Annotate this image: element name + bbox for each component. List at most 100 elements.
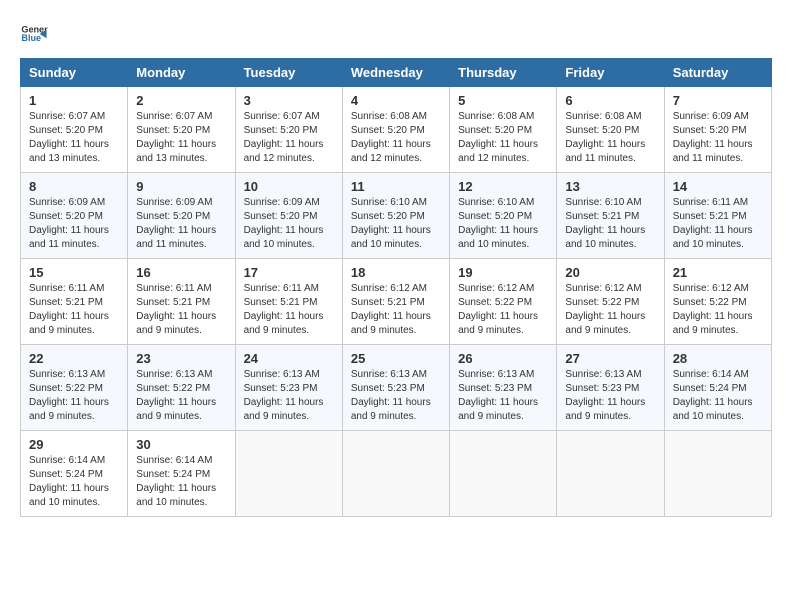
day-info: Sunrise: 6:14 AM Sunset: 5:24 PM Dayligh… [136,454,226,510]
day-number: 30 [136,437,226,452]
page-header: General Blue [20,20,772,48]
day-number: 27 [565,351,655,366]
day-info: Sunrise: 6:10 AM Sunset: 5:20 PM Dayligh… [458,196,548,252]
calendar-cell: 11 Sunrise: 6:10 AM Sunset: 5:20 PM Dayl… [342,173,449,259]
calendar-week-row: 1 Sunrise: 6:07 AM Sunset: 5:20 PM Dayli… [21,87,772,173]
day-info: Sunrise: 6:07 AM Sunset: 5:20 PM Dayligh… [136,110,226,166]
day-number: 7 [673,93,763,108]
calendar-week-row: 15 Sunrise: 6:11 AM Sunset: 5:21 PM Dayl… [21,259,772,345]
day-number: 4 [351,93,441,108]
calendar-cell: 6 Sunrise: 6:08 AM Sunset: 5:20 PM Dayli… [557,87,664,173]
calendar-cell: 22 Sunrise: 6:13 AM Sunset: 5:22 PM Dayl… [21,345,128,431]
day-info: Sunrise: 6:14 AM Sunset: 5:24 PM Dayligh… [673,368,763,424]
day-number: 18 [351,265,441,280]
day-info: Sunrise: 6:11 AM Sunset: 5:21 PM Dayligh… [673,196,763,252]
day-number: 6 [565,93,655,108]
day-info: Sunrise: 6:13 AM Sunset: 5:23 PM Dayligh… [351,368,441,424]
calendar-cell: 4 Sunrise: 6:08 AM Sunset: 5:20 PM Dayli… [342,87,449,173]
calendar-body: 1 Sunrise: 6:07 AM Sunset: 5:20 PM Dayli… [21,87,772,517]
day-info: Sunrise: 6:08 AM Sunset: 5:20 PM Dayligh… [565,110,655,166]
day-info: Sunrise: 6:07 AM Sunset: 5:20 PM Dayligh… [244,110,334,166]
calendar-cell: 23 Sunrise: 6:13 AM Sunset: 5:22 PM Dayl… [128,345,235,431]
calendar-week-row: 8 Sunrise: 6:09 AM Sunset: 5:20 PM Dayli… [21,173,772,259]
calendar-cell: 1 Sunrise: 6:07 AM Sunset: 5:20 PM Dayli… [21,87,128,173]
calendar-cell: 21 Sunrise: 6:12 AM Sunset: 5:22 PM Dayl… [664,259,771,345]
calendar-cell: 15 Sunrise: 6:11 AM Sunset: 5:21 PM Dayl… [21,259,128,345]
day-info: Sunrise: 6:12 AM Sunset: 5:22 PM Dayligh… [458,282,548,338]
day-info: Sunrise: 6:09 AM Sunset: 5:20 PM Dayligh… [29,196,119,252]
calendar-header-row: SundayMondayTuesdayWednesdayThursdayFrid… [21,59,772,87]
day-number: 22 [29,351,119,366]
day-info: Sunrise: 6:09 AM Sunset: 5:20 PM Dayligh… [673,110,763,166]
day-number: 19 [458,265,548,280]
calendar-cell: 29 Sunrise: 6:14 AM Sunset: 5:24 PM Dayl… [21,431,128,517]
calendar-cell [664,431,771,517]
day-info: Sunrise: 6:08 AM Sunset: 5:20 PM Dayligh… [458,110,548,166]
logo: General Blue [20,20,48,48]
calendar-cell [342,431,449,517]
day-number: 13 [565,179,655,194]
day-info: Sunrise: 6:08 AM Sunset: 5:20 PM Dayligh… [351,110,441,166]
day-number: 29 [29,437,119,452]
day-info: Sunrise: 6:13 AM Sunset: 5:22 PM Dayligh… [136,368,226,424]
day-info: Sunrise: 6:12 AM Sunset: 5:22 PM Dayligh… [673,282,763,338]
calendar-header-saturday: Saturday [664,59,771,87]
day-number: 11 [351,179,441,194]
calendar-cell: 12 Sunrise: 6:10 AM Sunset: 5:20 PM Dayl… [450,173,557,259]
day-number: 5 [458,93,548,108]
calendar-cell: 24 Sunrise: 6:13 AM Sunset: 5:23 PM Dayl… [235,345,342,431]
logo-icon: General Blue [20,20,48,48]
day-number: 25 [351,351,441,366]
day-info: Sunrise: 6:07 AM Sunset: 5:20 PM Dayligh… [29,110,119,166]
day-number: 17 [244,265,334,280]
calendar-cell: 26 Sunrise: 6:13 AM Sunset: 5:23 PM Dayl… [450,345,557,431]
calendar-cell: 5 Sunrise: 6:08 AM Sunset: 5:20 PM Dayli… [450,87,557,173]
day-info: Sunrise: 6:10 AM Sunset: 5:20 PM Dayligh… [351,196,441,252]
day-number: 1 [29,93,119,108]
day-number: 28 [673,351,763,366]
calendar-cell: 18 Sunrise: 6:12 AM Sunset: 5:21 PM Dayl… [342,259,449,345]
day-number: 9 [136,179,226,194]
calendar-cell: 19 Sunrise: 6:12 AM Sunset: 5:22 PM Dayl… [450,259,557,345]
calendar-cell: 25 Sunrise: 6:13 AM Sunset: 5:23 PM Dayl… [342,345,449,431]
calendar-cell: 27 Sunrise: 6:13 AM Sunset: 5:23 PM Dayl… [557,345,664,431]
calendar-header-monday: Monday [128,59,235,87]
day-number: 8 [29,179,119,194]
svg-text:Blue: Blue [21,33,41,43]
day-number: 15 [29,265,119,280]
calendar-cell [557,431,664,517]
calendar-header-wednesday: Wednesday [342,59,449,87]
calendar-header-tuesday: Tuesday [235,59,342,87]
calendar-cell: 30 Sunrise: 6:14 AM Sunset: 5:24 PM Dayl… [128,431,235,517]
day-info: Sunrise: 6:11 AM Sunset: 5:21 PM Dayligh… [244,282,334,338]
calendar-cell: 17 Sunrise: 6:11 AM Sunset: 5:21 PM Dayl… [235,259,342,345]
calendar-header-friday: Friday [557,59,664,87]
calendar-cell: 13 Sunrise: 6:10 AM Sunset: 5:21 PM Dayl… [557,173,664,259]
calendar-table: SundayMondayTuesdayWednesdayThursdayFrid… [20,58,772,517]
day-number: 20 [565,265,655,280]
day-number: 10 [244,179,334,194]
calendar-cell: 16 Sunrise: 6:11 AM Sunset: 5:21 PM Dayl… [128,259,235,345]
day-number: 14 [673,179,763,194]
day-info: Sunrise: 6:13 AM Sunset: 5:22 PM Dayligh… [29,368,119,424]
day-info: Sunrise: 6:14 AM Sunset: 5:24 PM Dayligh… [29,454,119,510]
calendar-header-sunday: Sunday [21,59,128,87]
calendar-cell: 20 Sunrise: 6:12 AM Sunset: 5:22 PM Dayl… [557,259,664,345]
day-info: Sunrise: 6:13 AM Sunset: 5:23 PM Dayligh… [458,368,548,424]
day-info: Sunrise: 6:13 AM Sunset: 5:23 PM Dayligh… [244,368,334,424]
calendar-cell: 28 Sunrise: 6:14 AM Sunset: 5:24 PM Dayl… [664,345,771,431]
calendar-week-row: 22 Sunrise: 6:13 AM Sunset: 5:22 PM Dayl… [21,345,772,431]
calendar-cell: 8 Sunrise: 6:09 AM Sunset: 5:20 PM Dayli… [21,173,128,259]
day-info: Sunrise: 6:09 AM Sunset: 5:20 PM Dayligh… [244,196,334,252]
day-number: 21 [673,265,763,280]
calendar-week-row: 29 Sunrise: 6:14 AM Sunset: 5:24 PM Dayl… [21,431,772,517]
calendar-cell: 7 Sunrise: 6:09 AM Sunset: 5:20 PM Dayli… [664,87,771,173]
day-info: Sunrise: 6:12 AM Sunset: 5:21 PM Dayligh… [351,282,441,338]
calendar-cell: 2 Sunrise: 6:07 AM Sunset: 5:20 PM Dayli… [128,87,235,173]
calendar-cell: 3 Sunrise: 6:07 AM Sunset: 5:20 PM Dayli… [235,87,342,173]
day-info: Sunrise: 6:13 AM Sunset: 5:23 PM Dayligh… [565,368,655,424]
day-number: 3 [244,93,334,108]
day-info: Sunrise: 6:09 AM Sunset: 5:20 PM Dayligh… [136,196,226,252]
day-info: Sunrise: 6:11 AM Sunset: 5:21 PM Dayligh… [29,282,119,338]
day-number: 2 [136,93,226,108]
